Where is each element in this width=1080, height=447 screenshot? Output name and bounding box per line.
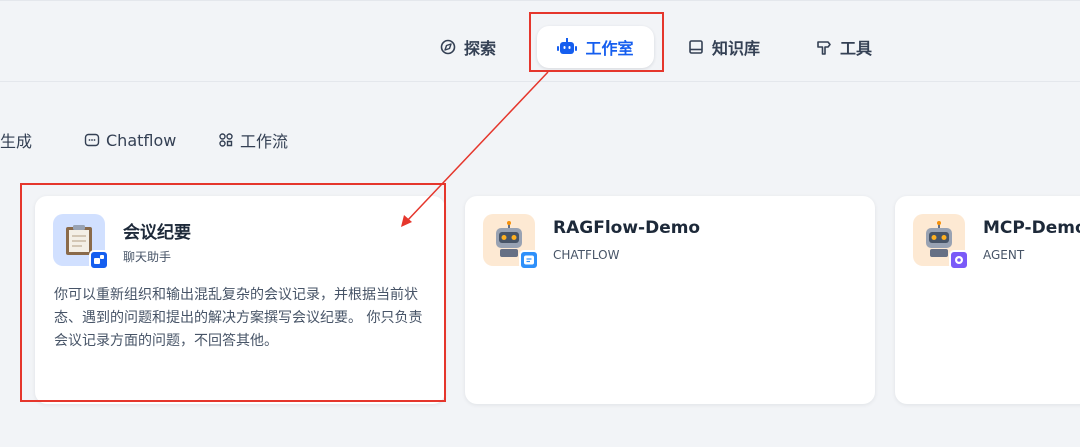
workflow-icon (219, 133, 233, 147)
filter-generation-label: 生成 (0, 132, 33, 151)
chat-bubble-icon (84, 133, 100, 147)
filter-workflow-label: 工作流 (240, 132, 289, 151)
nav-tools[interactable]: 工具 (806, 26, 882, 68)
nav-tools-label: 工具 (840, 39, 873, 58)
app-title: 会议纪要 (123, 223, 191, 243)
nav-studio[interactable]: 工作室 (537, 26, 654, 68)
app-card-ragflow-demo[interactable]: RAGFlow-Demo CHATFLOW (465, 196, 875, 404)
app-icon (483, 214, 539, 270)
chatflow-badge (519, 250, 539, 270)
assistant-icon (94, 255, 104, 264)
agent-badge (949, 250, 969, 270)
nav-knowledge-label: 知识库 (712, 39, 761, 58)
app-card-meeting-minutes[interactable]: 会议纪要 聊天助手 你可以重新组织和输出混乱复杂的会议记录，并根据当前状态、遇到… (35, 196, 445, 404)
chat-assistant-badge (89, 250, 109, 270)
compass-icon (440, 39, 456, 55)
book-icon (689, 40, 703, 54)
filter-chatflow-label: Chatflow (106, 130, 177, 150)
nav-knowledge[interactable]: 知识库 (678, 26, 770, 68)
chat-lines-icon (524, 255, 534, 265)
app-type: AGENT (983, 248, 1025, 262)
app-description: 你可以重新组织和输出混乱复杂的会议记录，并根据当前状态、遇到的问题和提出的解决方… (54, 287, 423, 349)
filter-workflow[interactable]: 工作流 (218, 128, 288, 152)
nav-studio-label: 工作室 (585, 39, 634, 58)
nav-explore[interactable]: 探索 (430, 26, 506, 68)
app-title: RAGFlow-Demo (553, 218, 701, 238)
app-type: 聊天助手 (123, 250, 172, 264)
app-title: MCP-Demo (983, 218, 1080, 238)
robot-icon (557, 38, 578, 54)
app-card-mcp-demo[interactable]: MCP-Demo AGENT (895, 196, 1080, 404)
app-type: CHATFLOW (553, 248, 620, 262)
filter-generation[interactable]: 生成 (0, 128, 32, 152)
filter-chatflow[interactable]: Chatflow (84, 131, 176, 150)
top-navigation-bar: 探索 工作室 知识库 工具 (0, 0, 1080, 82)
app-icon (913, 214, 969, 270)
hammer-icon (817, 41, 831, 55)
nav-explore-label: 探索 (464, 39, 497, 58)
app-icon (53, 214, 109, 270)
agent-icon (955, 256, 963, 264)
